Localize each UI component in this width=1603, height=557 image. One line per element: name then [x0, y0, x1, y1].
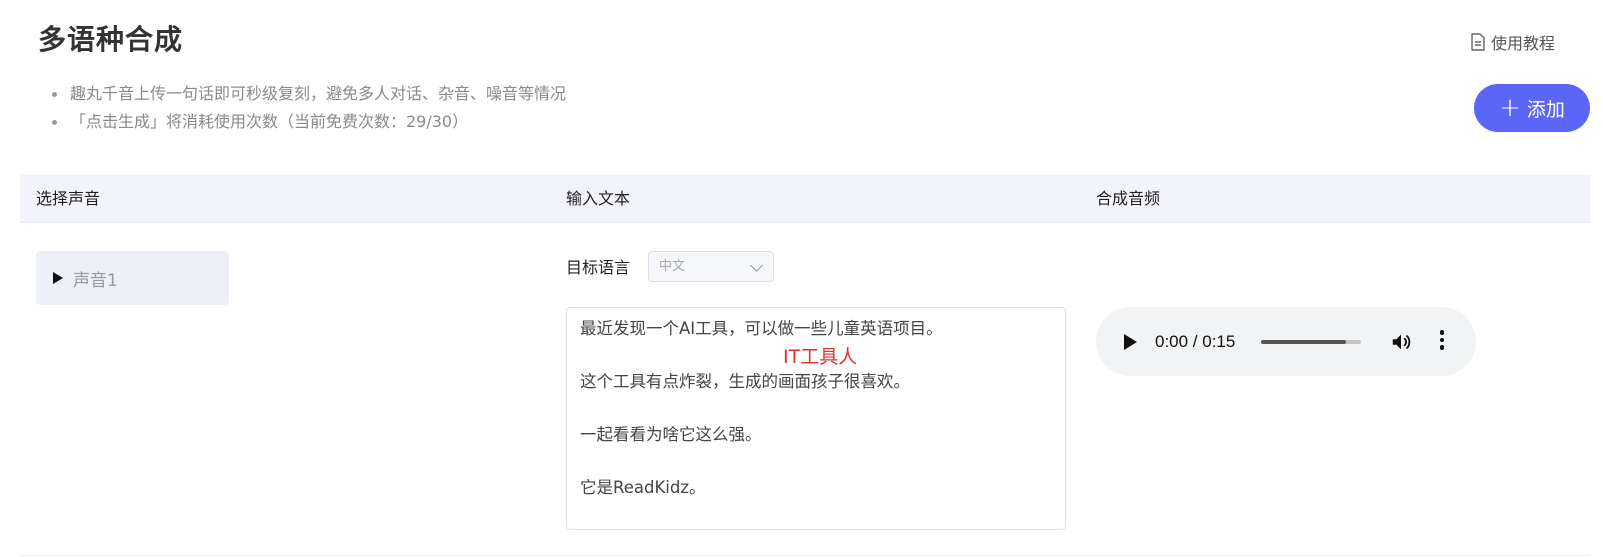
text-line: 最近发现一个AI工具，可以做一些儿童英语项目。	[580, 319, 943, 338]
column-header-audio: 合成音频	[1096, 189, 1161, 208]
text-line	[580, 449, 1052, 476]
volume-icon[interactable]	[1390, 331, 1412, 353]
text-line: 它是ReadKidz。	[580, 478, 706, 497]
text-line: 这个工具有点炸裂，生成的画面孩子很喜欢。	[580, 372, 910, 391]
add-button[interactable]: + 添加	[1474, 84, 1590, 132]
note-item: 趣丸千音上传一句话即可秒级复刻，避免多人对话、杂音、噪音等情况	[52, 80, 566, 108]
audio-player[interactable]: 0:00 / 0:15	[1096, 307, 1476, 376]
play-triangle-icon	[53, 272, 63, 284]
watermark-text: IT工具人	[783, 346, 858, 368]
target-language-label: 目标语言	[566, 258, 631, 277]
voice-label: 声音1	[73, 270, 118, 291]
column-header-voice: 选择声音	[36, 189, 101, 208]
tutorial-label: 使用教程	[1490, 34, 1555, 53]
audio-progress-bar[interactable]	[1261, 340, 1361, 344]
column-header-text: 输入文本	[566, 189, 631, 208]
chevron-down-icon	[750, 259, 763, 272]
audio-progress-fill	[1261, 340, 1346, 344]
voice-select-item[interactable]: 声音1	[36, 251, 229, 305]
more-options-icon[interactable]	[1438, 330, 1446, 352]
audio-time: 0:00 / 0:15	[1155, 331, 1236, 351]
play-icon[interactable]	[1124, 333, 1137, 350]
page-title: 多语种合成	[38, 23, 184, 56]
notes-list: 趣丸千音上传一句话即可秒级复刻，避免多人对话、杂音、噪音等情况 「点击生成」将消…	[52, 80, 566, 136]
table-header: 选择声音 输入文本 合成音频	[20, 175, 1590, 223]
tutorial-link[interactable]: 使用教程	[1470, 30, 1555, 54]
plus-icon: +	[1499, 93, 1521, 123]
target-language-value: 中文	[659, 259, 686, 274]
text-line: 一起看看为啥它这么强。	[580, 425, 762, 444]
add-button-label: 添加	[1526, 98, 1565, 121]
text-line	[580, 396, 1052, 423]
row-divider	[20, 555, 1590, 556]
document-icon	[1471, 33, 1485, 51]
note-item: 「点击生成」将消耗使用次数（当前免费次数：29/30）	[52, 108, 566, 136]
target-language-select[interactable]: 中文	[648, 251, 774, 282]
input-text-area[interactable]: 最近发现一个AI工具，可以做一些儿童英语项目。 这个工具有点炸裂，生成的画面孩子…	[566, 307, 1066, 530]
